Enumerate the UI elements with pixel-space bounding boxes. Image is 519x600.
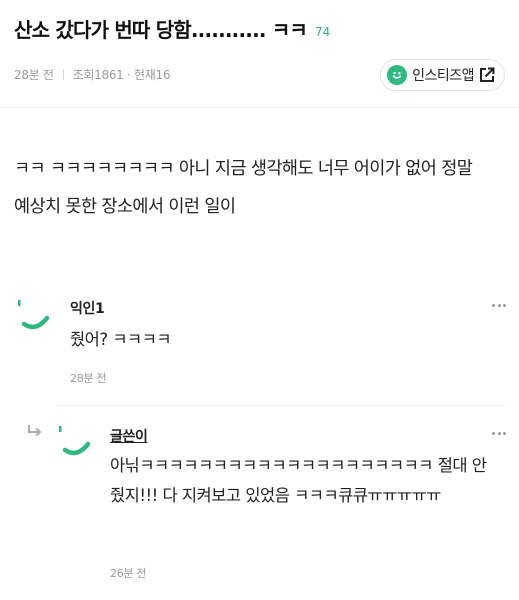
open-app-button[interactable]: 인스티즈앱 [380,59,505,91]
comment-time: 28분 전 [70,372,107,385]
smile-icon [387,65,408,85]
reply-comment-item: 글쓴이 아닊ㅋㅋㅋㅋㅋㅋㅋㅋㅋㅋㅋㅋㅋㅋㅋㅋㅋㅋㅋㅋ 절대 안 줬지!!! 다 … [0,420,519,590]
comment-divider [56,405,505,406]
post-meta: 28분 전 조회1861 · 현재16 [14,66,170,83]
comment-item: 익인1 줬어? ㅋㅋㅋㅋ 28분 전 [0,294,519,394]
post-views: 조회1861 · 현재16 [72,68,171,82]
more-icon[interactable] [492,304,506,308]
avatar [18,300,50,330]
post-body: ㅋㅋ ㅋㅋㅋㅋㅋㅋㅋㅋ 아니 지금 생각해도 너무 어이가 없어 정말 예상치 … [14,159,473,217]
comment-nickname[interactable]: 익인1 [70,298,105,318]
more-icon[interactable] [492,432,506,436]
post-title: 산소 갔다가 번따 당함........... ㅋㅋ [14,18,308,42]
external-link-icon [478,66,496,84]
header-divider [0,107,519,108]
post-time: 28분 전 [14,68,54,82]
comment-time: 26분 전 [110,567,147,580]
comment-nickname-author[interactable]: 글쓴이 [110,426,148,446]
reply-arrow-icon [28,425,42,437]
comment-text: 줬어? ㅋㅋㅋㅋ [70,330,172,349]
post-header: 산소 갔다가 번따 당함........... ㅋㅋ 74 [14,14,330,43]
meta-divider [62,69,64,80]
app-button-label: 인스티즈앱 [412,68,474,84]
comment-count[interactable]: 74 [315,25,330,39]
comment-text: 아닊ㅋㅋㅋㅋㅋㅋㅋㅋㅋㅋㅋㅋㅋㅋㅋㅋㅋㅋㅋㅋ 절대 안 줬지!!! 다 지켜보고… [110,456,487,505]
avatar [59,426,91,456]
